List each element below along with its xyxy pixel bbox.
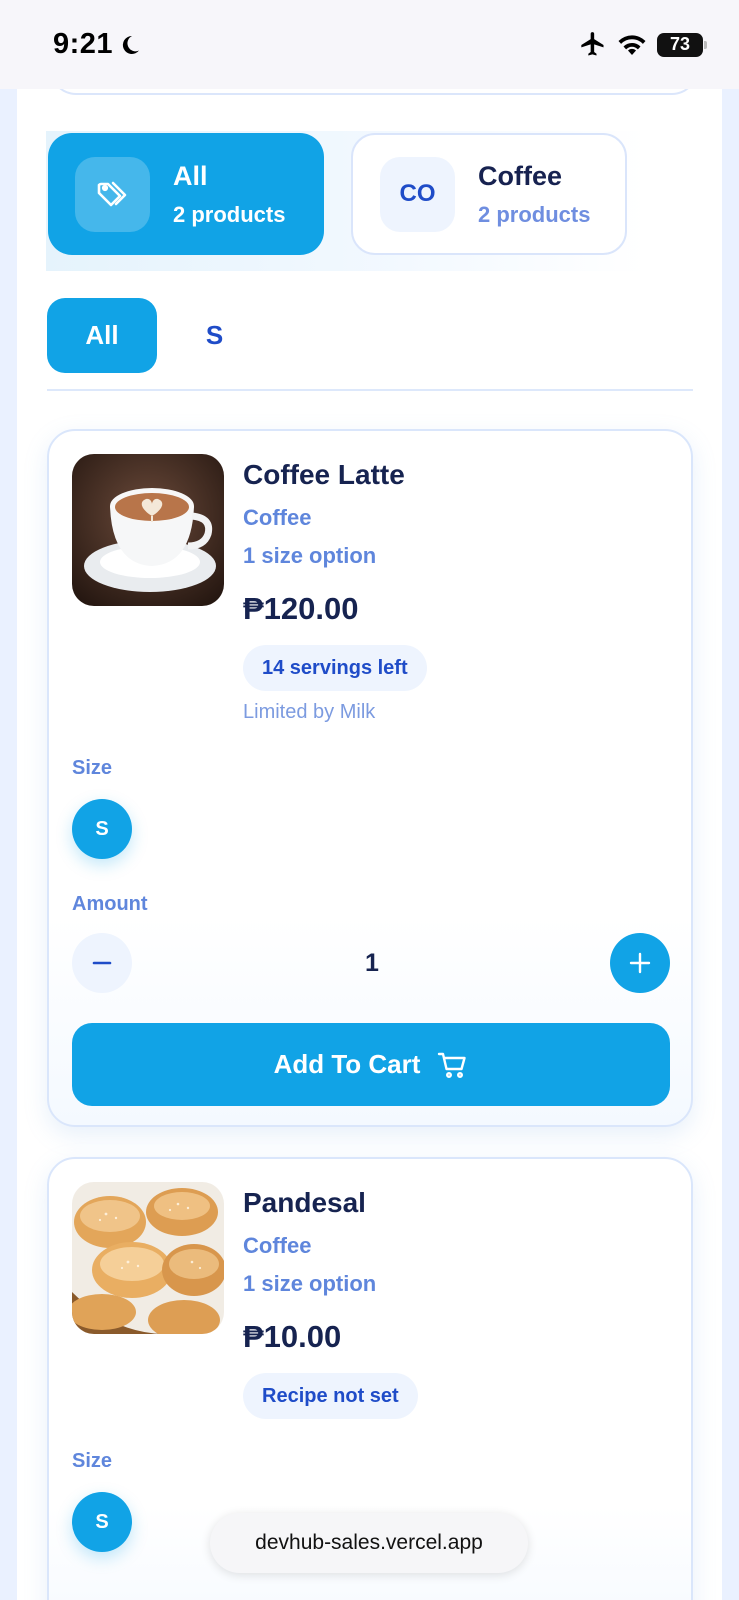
- time-label: 9:21: [53, 28, 114, 60]
- size-filter-s[interactable]: S: [177, 298, 252, 373]
- amount-label: Amount: [72, 893, 148, 915]
- size-label: Size: [72, 757, 113, 779]
- category-count: 2 products: [173, 201, 286, 227]
- battery-indicator: 73: [657, 32, 707, 57]
- size-option-s[interactable]: S: [72, 1492, 132, 1552]
- quantity-value: 1: [365, 949, 379, 977]
- stock-badge: 14 servings left: [243, 645, 427, 691]
- browser-url-bar[interactable]: devhub-sales.vercel.app: [210, 1513, 528, 1573]
- product-price: ₱10.00: [243, 1319, 342, 1354]
- increase-quantity-button[interactable]: [610, 933, 670, 993]
- pandesal-image: [72, 1182, 224, 1334]
- category-name: All: [173, 160, 208, 191]
- add-to-cart-label: Add To Cart: [273, 1049, 421, 1079]
- airplane-icon: [581, 31, 604, 55]
- url-text: devhub-sales.vercel.app: [255, 1531, 483, 1554]
- product-category: Coffee: [243, 505, 312, 530]
- size-option-s[interactable]: S: [72, 799, 132, 859]
- plus-icon: [629, 952, 651, 974]
- category-abbr-badge: CO: [380, 156, 455, 232]
- product-size-options: 1 size option: [243, 1271, 377, 1296]
- tag-icon: [75, 156, 150, 232]
- limit-note: Limited by Milk: [243, 701, 376, 723]
- status-icons: 73: [579, 31, 707, 59]
- product-name: Pandesal: [243, 1187, 366, 1218]
- product-price: ₱120.00: [243, 591, 359, 626]
- size-filter-all[interactable]: All: [47, 298, 157, 373]
- product-size-options: 1 size option: [243, 543, 377, 568]
- status-time: 9:21: [53, 28, 141, 61]
- category-card-all[interactable]: All 2 products: [48, 133, 324, 255]
- wifi-icon: [618, 34, 646, 55]
- product-card: Coffee Latte Coffee 1 size option ₱120.0…: [47, 429, 693, 1127]
- status-bar: 9:21 73: [0, 0, 739, 89]
- product-category: Coffee: [243, 1233, 312, 1258]
- size-label: Size: [72, 1450, 113, 1472]
- divider: [47, 389, 693, 391]
- recipe-badge: Recipe not set: [243, 1373, 418, 1419]
- add-to-cart-button[interactable]: Add To Cart: [72, 1023, 670, 1106]
- product-name: Coffee Latte: [243, 459, 405, 490]
- search-field-edge: [50, 89, 698, 95]
- battery-level: 73: [669, 34, 691, 54]
- cart-icon: [438, 1052, 467, 1078]
- moon-icon: [122, 35, 140, 54]
- category-name: Coffee: [478, 160, 563, 191]
- coffee-latte-image: [72, 454, 224, 606]
- category-card-coffee[interactable]: CO Coffee 2 products: [351, 133, 627, 255]
- category-count: 2 products: [478, 201, 591, 227]
- pos-panel: All 2 products CO Coffee 2 products All …: [17, 89, 722, 1600]
